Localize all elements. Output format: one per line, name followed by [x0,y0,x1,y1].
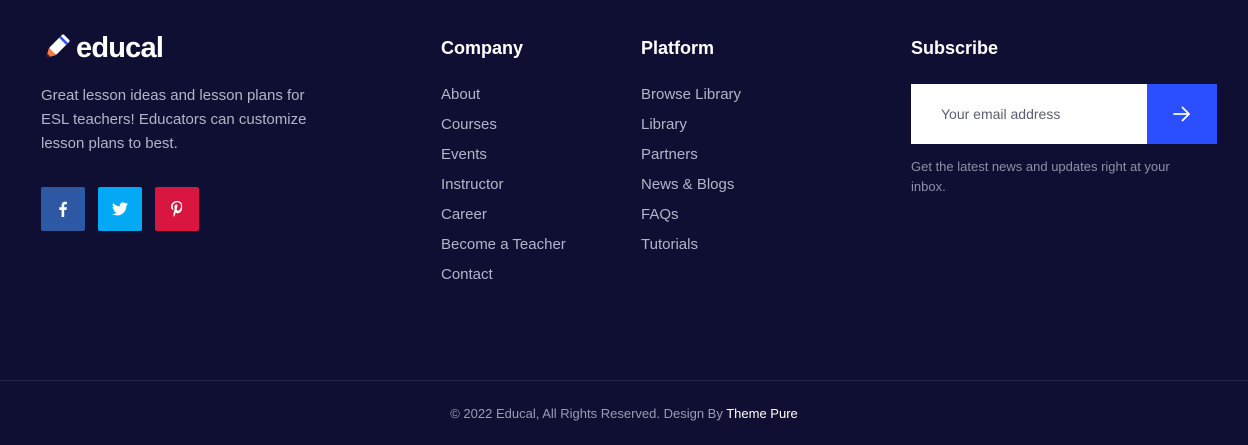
twitter-icon [112,202,128,216]
subscribe-note: Get the latest news and updates right at… [911,159,1170,194]
brand-name: educal [76,32,164,64]
footer-main: educal Great lesson ideas and lesson pla… [0,0,1248,380]
facebook-button[interactable] [41,187,85,231]
company-link-instructor[interactable]: Instructor [441,176,504,193]
social-links [41,187,199,231]
company-link-contact[interactable]: Contact [441,266,493,283]
copyright-label: © 2022 Educal, All Rights Reserved. Desi… [450,405,727,421]
company-link-events[interactable]: Events [441,146,487,163]
company-link-career[interactable]: Career [441,206,487,223]
platform-link-tutorials[interactable]: Tutorials [641,236,698,253]
platform-link-library[interactable]: Library [641,116,687,133]
company-link-courses[interactable]: Courses [441,116,497,133]
company-links: About Courses Events Instructor Career B… [441,83,566,293]
subscribe-form [911,84,1217,144]
email-input[interactable] [911,84,1147,144]
platform-column: Platform Browse Library Library Partners… [641,36,741,263]
platform-title: Platform [641,38,715,58]
subscribe-title: Subscribe [911,38,999,58]
brand-description: Great lesson ideas and lesson plans for … [41,87,307,152]
company-link-about[interactable]: About [441,86,480,103]
company-link-become-teacher[interactable]: Become a Teacher [441,236,566,253]
company-title: Company [441,38,524,58]
designer-link[interactable]: Theme Pure [726,406,798,421]
brand-logo[interactable]: educal [40,32,164,64]
platform-link-news-blogs[interactable]: News & Blogs [641,176,734,193]
pinterest-button[interactable] [155,187,199,231]
pinterest-icon [171,201,183,217]
platform-links: Browse Library Library Partners News & B… [641,83,741,263]
subscribe-submit-button[interactable] [1147,84,1217,144]
copyright-text: © 2022 Educal, All Rights Reserved. Desi… [450,406,798,421]
platform-link-browse-library[interactable]: Browse Library [641,86,741,103]
footer-bottom-bar: © 2022 Educal, All Rights Reserved. Desi… [0,380,1248,445]
arrow-right-icon [1173,106,1190,122]
twitter-button[interactable] [98,187,142,231]
company-column: Company About Courses Events Instructor … [441,36,566,293]
subscribe-column: Subscribe [911,36,998,60]
platform-link-partners[interactable]: Partners [641,146,698,163]
facebook-icon [59,201,67,217]
pencil-logo-icon [46,34,70,58]
platform-link-faqs[interactable]: FAQs [641,206,679,223]
